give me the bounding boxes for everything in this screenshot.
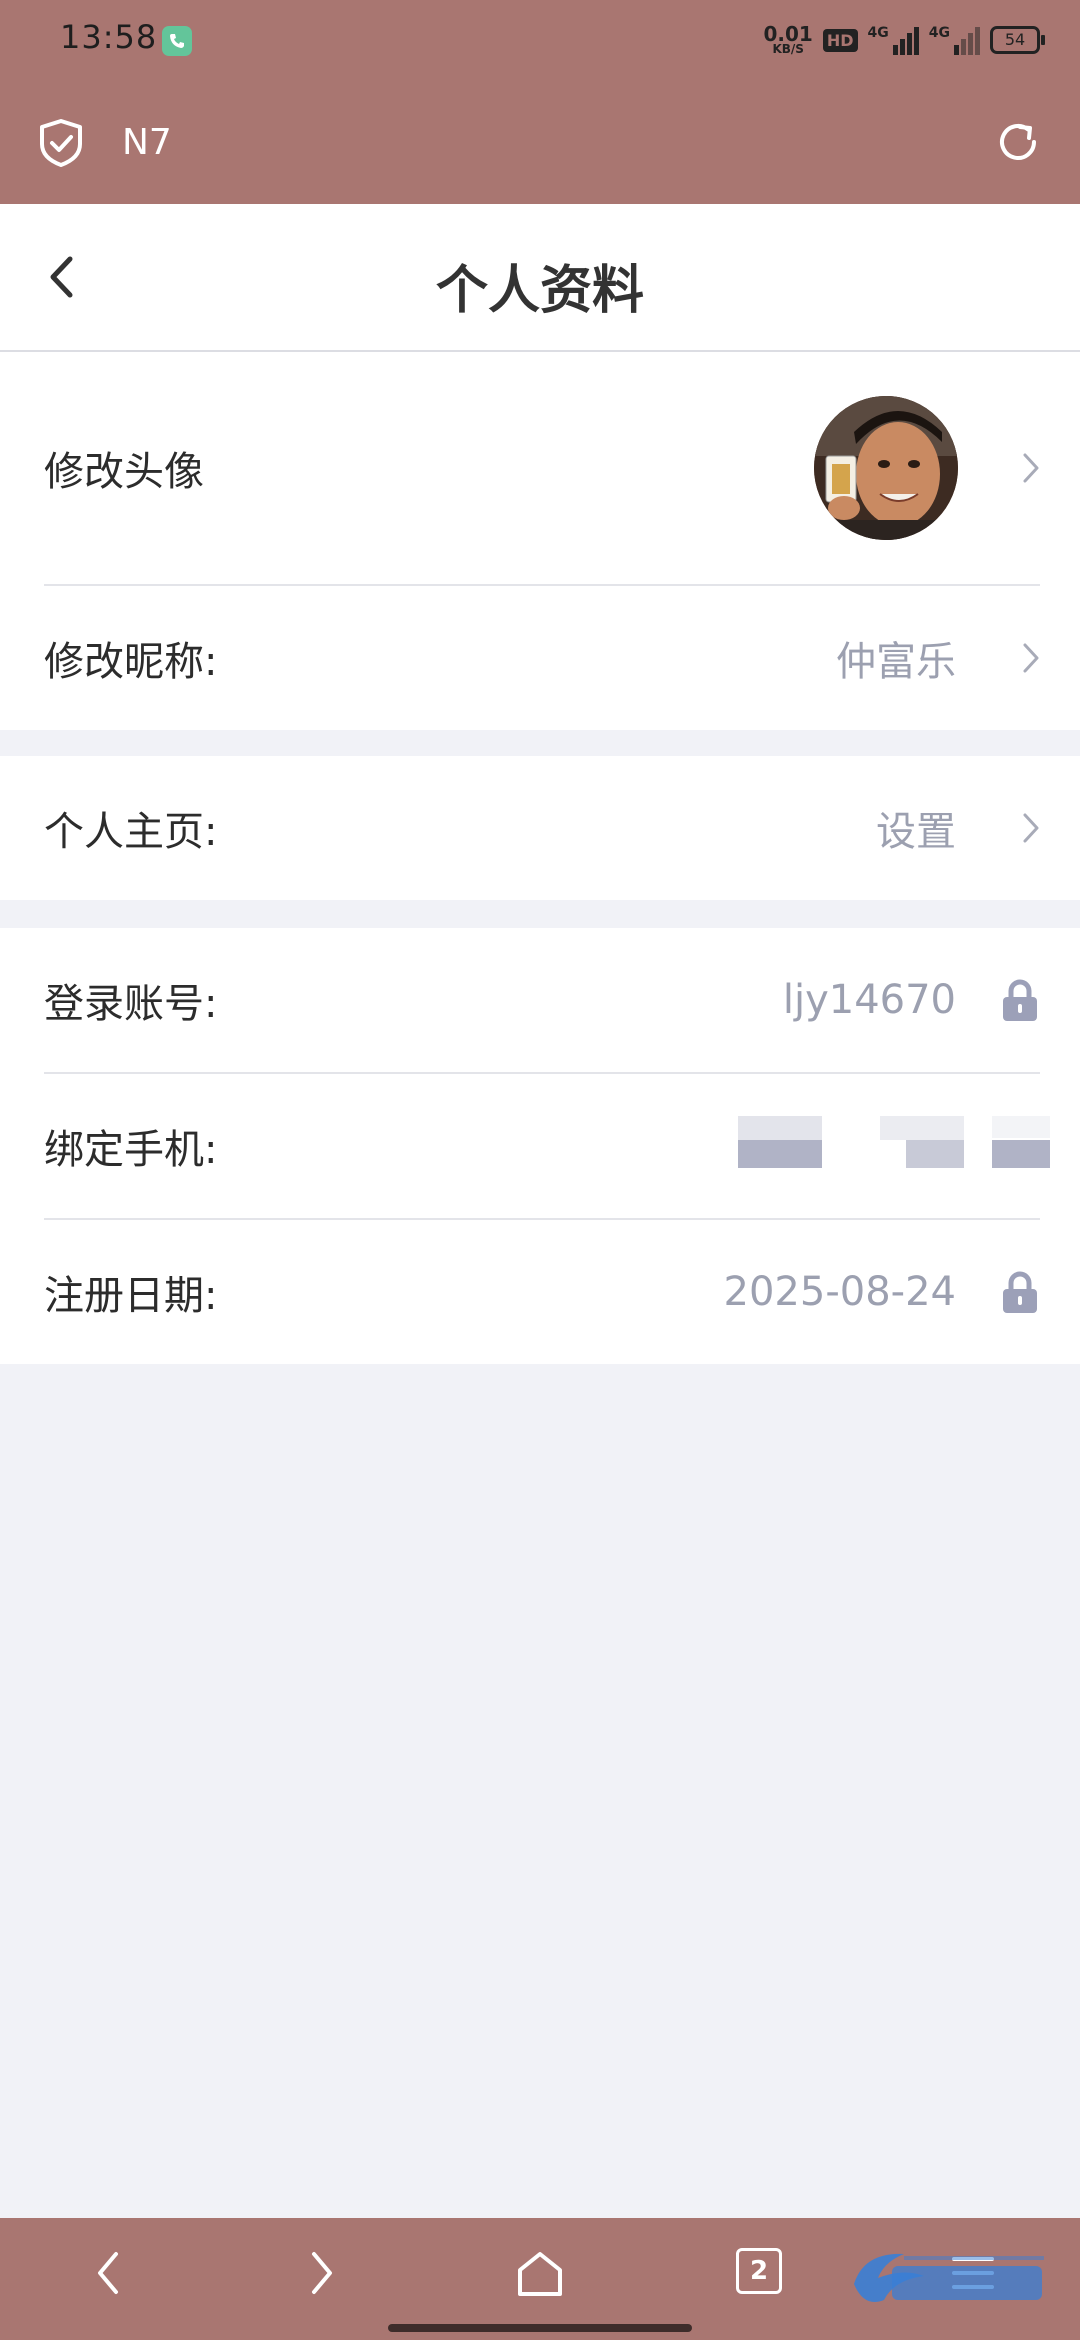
account-section: 登录账号: ljy14670 绑定手机: 注册日期: 2025-08-24: [0, 928, 1080, 1364]
signal2-label: 4G: [928, 25, 950, 41]
browser-title: N7: [122, 122, 172, 163]
call-icon: [162, 26, 192, 56]
home-icon[interactable]: [514, 2248, 566, 2304]
tabs-icon[interactable]: 2: [736, 2248, 782, 2294]
net-speed: 0.01 KB/S: [763, 22, 813, 56]
homepage-section: 个人主页: 设置: [0, 756, 1080, 900]
homepage-value: 设置: [876, 809, 956, 855]
register-date-value: 2025-08-24: [723, 1269, 956, 1315]
signal-icon: 4G: [929, 25, 980, 55]
register-date-label: 注册日期:: [44, 1273, 218, 1319]
chevron-right-icon: [1022, 642, 1040, 678]
page-title: 个人资料: [435, 261, 644, 321]
nickname-label: 修改昵称:: [44, 639, 218, 685]
chevron-right-icon: [1022, 452, 1040, 488]
avatar-label: 修改头像: [44, 449, 204, 495]
register-date-row: 注册日期: 2025-08-24: [0, 1220, 1080, 1364]
shield-icon[interactable]: [38, 118, 84, 172]
login-account-value: ljy14670: [782, 977, 956, 1023]
nickname-value: 仲富乐: [836, 639, 956, 685]
homepage-row[interactable]: 个人主页: 设置: [0, 756, 1080, 900]
nav-back-icon[interactable]: [92, 2248, 124, 2302]
hd-badge: HD: [822, 28, 858, 52]
nav-forward-icon[interactable]: [306, 2248, 338, 2302]
avatar[interactable]: [814, 396, 958, 540]
lock-icon: [1000, 978, 1040, 1026]
bound-phone-row[interactable]: 绑定手机:: [0, 1074, 1080, 1218]
browser-bar: N7: [0, 80, 1080, 204]
net-speed-unit: KB/S: [772, 42, 804, 56]
avatar-row[interactable]: 修改头像: [0, 352, 1080, 584]
homepage-label: 个人主页:: [44, 809, 218, 855]
lock-icon: [1000, 1270, 1040, 1318]
signal-icon: 4G: [868, 25, 919, 55]
bottom-nav: 2: [0, 2218, 1080, 2340]
watermark-logo: [854, 2253, 1044, 2302]
status-indicators: 0.01 KB/S HD 4G 4G 54: [763, 20, 1045, 60]
home-indicator[interactable]: [388, 2324, 692, 2332]
status-bar: 13:58 0.01 KB/S HD 4G 4G 54: [0, 0, 1080, 80]
profile-section: 修改头像 修改昵称: 仲富乐: [0, 352, 1080, 730]
signal1-label: 4G: [867, 25, 889, 41]
net-speed-value: 0.01: [763, 22, 813, 46]
login-account-row: 登录账号: ljy14670: [0, 928, 1080, 1072]
page-header: 个人资料: [0, 204, 1080, 352]
refresh-icon[interactable]: [994, 118, 1042, 170]
bound-phone-label: 绑定手机:: [44, 1127, 218, 1173]
status-time: 13:58: [60, 18, 158, 56]
nickname-row[interactable]: 修改昵称: 仲富乐: [0, 586, 1080, 730]
battery-icon: 54: [990, 26, 1045, 54]
login-account-label: 登录账号:: [44, 981, 218, 1027]
chevron-right-icon: [1022, 812, 1040, 848]
